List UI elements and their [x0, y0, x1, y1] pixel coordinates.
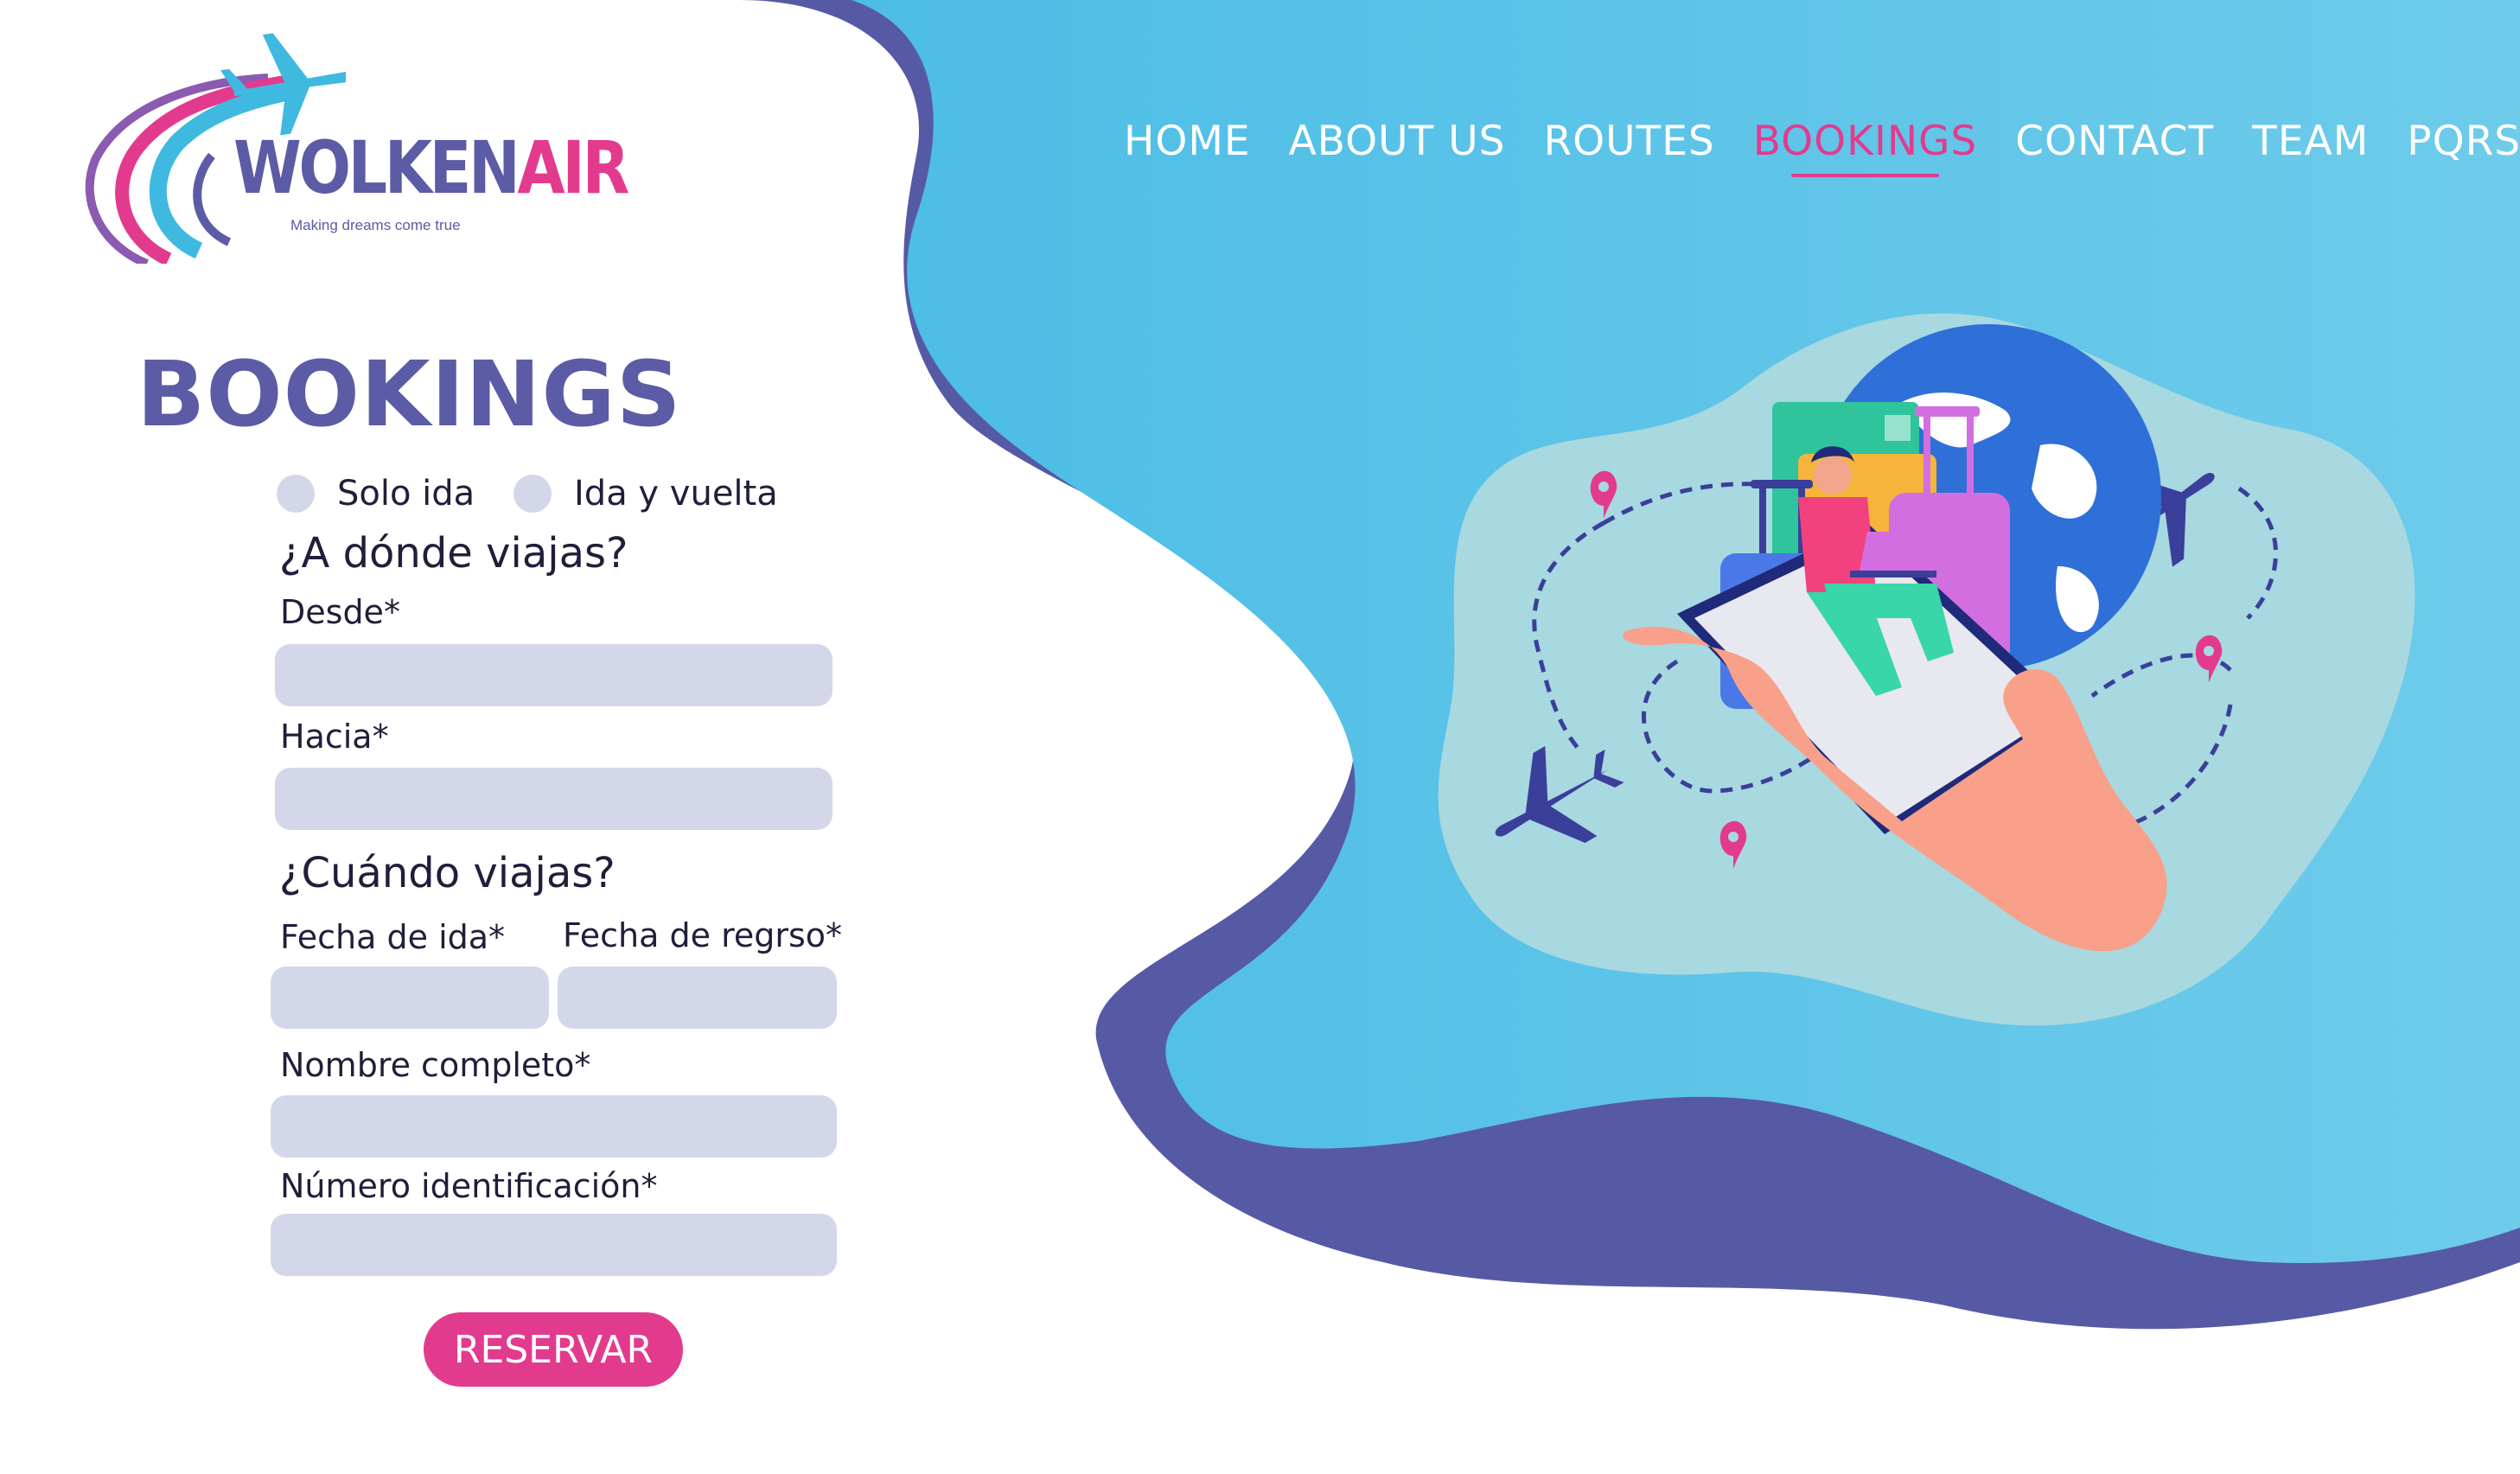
- to-input[interactable]: [275, 768, 833, 830]
- id-number-input[interactable]: [271, 1214, 837, 1276]
- departure-date-input[interactable]: [271, 967, 549, 1029]
- main-nav: HOME ABOUT US ROUTES BOOKINGS CONTACT TE…: [1124, 118, 2520, 177]
- radio-round-trip-dot[interactable]: [514, 475, 552, 513]
- radio-one-way-label: Solo ida: [337, 474, 475, 514]
- nav-home[interactable]: HOME: [1124, 118, 1251, 165]
- return-date-input[interactable]: [558, 967, 837, 1029]
- reserve-button[interactable]: RESERVAR: [424, 1312, 683, 1387]
- full-name-label: Nombre completo*: [280, 1046, 591, 1084]
- return-date-label: Fecha de regrso*: [563, 916, 843, 954]
- nav-routes[interactable]: ROUTES: [1543, 118, 1714, 165]
- brand-tagline: Making dreams come true: [290, 217, 461, 233]
- brand-name-part1: WOLKEN: [233, 125, 520, 210]
- id-number-label: Número identificación*: [280, 1167, 658, 1205]
- when-heading: ¿Cuándo viajas?: [279, 849, 616, 897]
- radio-round-trip-label: Ida y vuelta: [574, 474, 778, 514]
- brand-name-part2: AIR: [517, 125, 629, 210]
- to-label: Hacia*: [280, 718, 389, 756]
- nav-pqrs[interactable]: PQRS: [2407, 118, 2520, 165]
- page-title: BOOKINGS: [137, 341, 682, 447]
- logo[interactable]: WOLKENAIR Making dreams come true: [69, 30, 629, 264]
- nav-about-us[interactable]: ABOUT US: [1289, 118, 1506, 165]
- nav-bookings[interactable]: BOOKINGS: [1753, 118, 1978, 177]
- from-label: Desde*: [280, 593, 400, 631]
- radio-one-way-dot[interactable]: [277, 475, 315, 513]
- travel-illustration: [1438, 313, 2415, 1026]
- brand-name: WOLKENAIR: [233, 125, 629, 210]
- where-heading: ¿A dónde viajas?: [279, 529, 628, 577]
- from-input[interactable]: [275, 644, 833, 706]
- nav-team[interactable]: TEAM: [2252, 118, 2369, 165]
- radio-one-way[interactable]: Solo ida: [277, 474, 475, 514]
- radio-round-trip[interactable]: Ida y vuelta: [514, 474, 778, 514]
- nav-contact[interactable]: CONTACT: [2015, 118, 2214, 165]
- full-name-input[interactable]: [271, 1095, 837, 1158]
- departure-date-label: Fecha de ida*: [280, 918, 506, 956]
